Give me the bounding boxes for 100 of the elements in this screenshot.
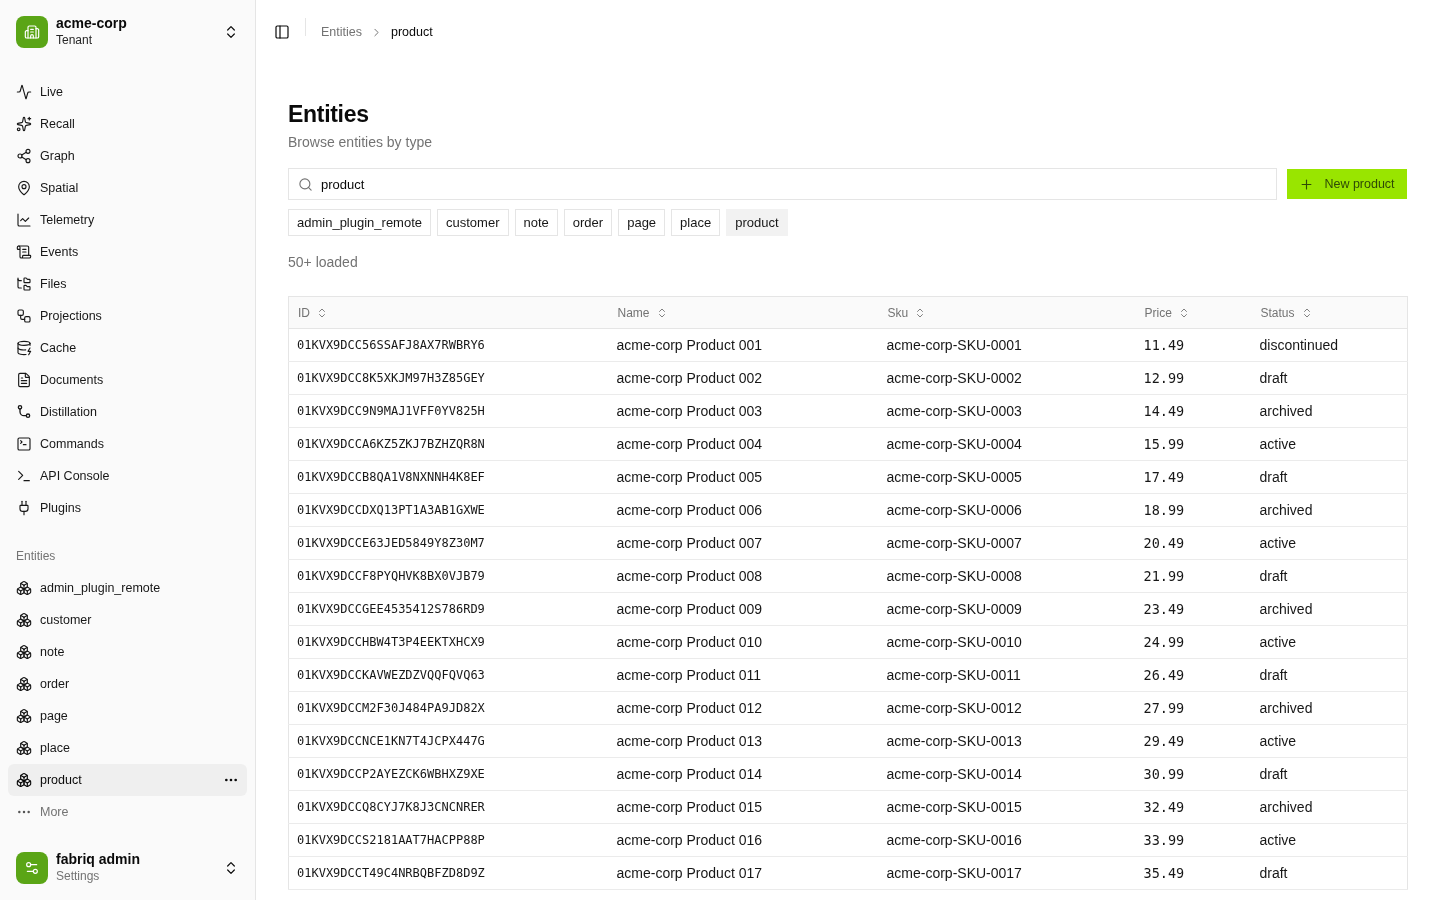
table-cell: acme-corp-SKU-0008 [878,559,1136,593]
terminal-icon [16,468,32,484]
entity-nav-item[interactable]: customer [8,604,247,636]
nav-item[interactable]: Projections [8,300,247,332]
new-product-button[interactable]: New product [1287,169,1407,199]
table-cell: 35.49 [1135,856,1252,890]
table-cell: acme-corp-SKU-0012 [878,691,1136,725]
table-cell: acme-corp Product 016 [608,823,879,857]
table-cell: archived [1251,493,1408,527]
search-field[interactable]: product [288,168,1277,200]
entity-nav-item[interactable]: note [8,636,247,668]
table-cell: active [1251,724,1408,758]
column-header[interactable]: Name [608,296,879,329]
table-cell: acme-corp-SKU-0017 [878,856,1136,890]
table-cell: active [1251,823,1408,857]
nav-item[interactable]: Recall [8,108,247,140]
column-header[interactable]: Status [1251,296,1408,329]
table-cell: 18.99 [1135,493,1252,527]
column-header[interactable]: Price [1135,296,1252,329]
type-filter-tab[interactable]: note [514,209,558,236]
table-cell: 01KVX9DCCGEE4535412S786RD9 [288,592,609,626]
table-cell: draft [1251,559,1408,593]
type-filter-tab[interactable]: product [726,209,788,236]
table-cell: draft [1251,460,1408,494]
type-filter-tab[interactable]: order [563,209,613,236]
nav-item[interactable]: Graph [8,140,247,172]
document-icon [16,372,32,388]
table-cell: 29.49 [1135,724,1252,758]
table-cell: acme-corp-SKU-0005 [878,460,1136,494]
search-icon [298,177,313,192]
nav-item[interactable]: Distillation [8,396,247,428]
table-cell: acme-corp-SKU-0009 [878,592,1136,626]
table-cell: 21.99 [1135,559,1252,593]
table-cell: active [1251,427,1408,461]
user-menu[interactable]: fabriq admin Settings [8,844,247,892]
nav-item[interactable]: API Console [8,460,247,492]
table-cell: acme-corp-SKU-0004 [878,427,1136,461]
table-cell: acme-corp-SKU-0011 [878,658,1136,692]
table-cell: 27.99 [1135,691,1252,725]
boxes-icon [16,580,32,596]
nav-item[interactable]: Cache [8,332,247,364]
boxes-icon [16,708,32,724]
table-cell: archived [1251,592,1408,626]
terminal-square-icon [16,436,32,452]
table-cell: 11.49 [1135,328,1252,362]
table-cell: 24.99 [1135,625,1252,659]
nav-item[interactable]: Live [8,76,247,108]
entity-nav-item[interactable]: page [8,700,247,732]
nav-item[interactable]: Plugins [8,492,247,524]
entity-nav-item[interactable]: order [8,668,247,700]
nav-item[interactable]: Files [8,268,247,300]
table-cell: 01KVX9DCCQ8CYJ7K8J3CNCNRER [288,790,609,824]
nav-item[interactable]: Spatial [8,172,247,204]
more-link[interactable]: More [8,796,247,828]
table-cell: draft [1251,361,1408,395]
boxes-icon [16,676,32,692]
database-icon [16,340,32,356]
table-cell: 01KVX9DCCT49C4NRBQBFZD8D9Z [288,856,609,890]
node-path-icon [16,404,32,420]
column-header[interactable]: Sku [878,296,1136,329]
table-cell: 20.49 [1135,526,1252,560]
table-cell: acme-corp Product 017 [608,856,879,890]
table-cell: acme-corp Product 014 [608,757,879,791]
table-cell: discontinued [1251,328,1408,362]
table-cell: acme-corp Product 010 [608,625,879,659]
table-cell: acme-corp-SKU-0003 [878,394,1136,428]
table-cell: 12.99 [1135,361,1252,395]
table-cell: 01KVX9DCCB8QA1V8NXNNH4K8EF [288,460,609,494]
table-cell: acme-corp-SKU-0013 [878,724,1136,758]
table-cell: acme-corp Product 006 [608,493,879,527]
panel-left-icon[interactable] [274,24,290,40]
table-cell: archived [1251,394,1408,428]
page-subtitle: Browse entities by type [288,133,433,152]
nav-item[interactable]: Documents [8,364,247,396]
type-filter-tab[interactable]: customer [437,209,509,236]
tenant-switcher[interactable]: acme-corp Tenant [8,8,247,56]
table-cell: acme-corp-SKU-0015 [878,790,1136,824]
column-header[interactable]: ID [288,296,609,329]
table-cell: acme-corp Product 003 [608,394,879,428]
breadcrumb-link[interactable]: Entities [321,25,362,39]
nav-item[interactable]: Telemetry [8,204,247,236]
entity-nav-item[interactable]: product [8,764,247,796]
entity-nav-item[interactable]: place [8,732,247,764]
table-cell: 01KVX9DCCA6KZ5ZKJ7BZHZQR8N [288,427,609,461]
table-cell: acme-corp-SKU-0014 [878,757,1136,791]
type-filter-tab[interactable]: place [671,209,721,236]
nav-item[interactable]: Events [8,236,247,268]
table-cell: 01KVX9DCC56SSAFJ8AX7RWBRY6 [288,328,609,362]
table-cell: 30.99 [1135,757,1252,791]
type-filter-tab[interactable]: admin_plugin_remote [288,209,432,236]
nav-item[interactable]: Commands [8,428,247,460]
table-cell: acme-corp Product 011 [608,658,879,692]
loaded-count: 50+ loaded [288,253,359,272]
type-filter-tab[interactable]: page [618,209,666,236]
entity-nav-item[interactable]: admin_plugin_remote [8,572,247,604]
table-cell: acme-corp-SKU-0010 [878,625,1136,659]
share-nodes-icon [16,148,32,164]
table-cell: acme-corp Product 015 [608,790,879,824]
table-cell: 01KVX9DCCP2AYEZCK6WBHXZ9XE [288,757,609,791]
table-cell: 32.49 [1135,790,1252,824]
